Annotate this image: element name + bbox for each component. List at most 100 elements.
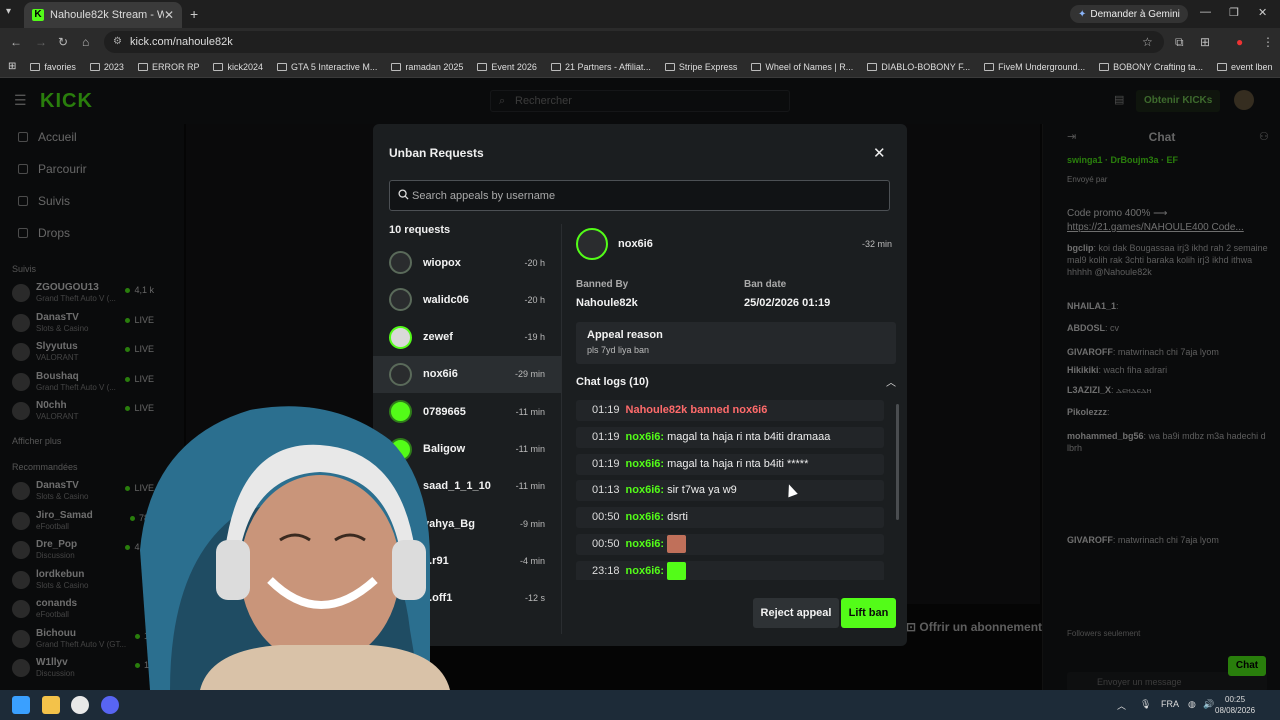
- clock-time: 00:25: [1225, 695, 1246, 704]
- gemini-button[interactable]: ✦ Demander à Gemini: [1070, 5, 1188, 23]
- bookmark-label: Wheel of Names | R...: [765, 61, 854, 72]
- bookmark-item[interactable]: kick2024: [213, 62, 263, 72]
- request-username: wiopox: [423, 256, 461, 269]
- bookmark-item[interactable]: BOBONY Crafting ta...: [1099, 62, 1203, 72]
- url-text: kick.com/nahoule82k: [130, 36, 233, 48]
- appeal-reason-title: Appeal reason: [587, 329, 663, 341]
- site-info-icon[interactable]: ⚙: [113, 31, 122, 53]
- bookmark-item[interactable]: ramadan 2025: [391, 62, 463, 72]
- bookmark-item[interactable]: ERROR RP: [137, 61, 200, 72]
- bookmark-item[interactable]: Wheel of Names | R...: [751, 62, 853, 72]
- log-time: 01:13: [592, 484, 620, 497]
- browser-tab[interactable]: K Nahoule82k Stream - Watch Li ✕: [24, 2, 182, 28]
- request-time: -12 s: [524, 593, 545, 604]
- apps-icon[interactable]: ⊞: [8, 61, 16, 72]
- request-time: -9 min: [519, 518, 545, 529]
- modal-title: Unban Requests: [389, 146, 484, 160]
- close-icon[interactable]: ✕: [873, 144, 886, 162]
- microphone-icon[interactable]: 🎙: [1140, 699, 1151, 710]
- lift-ban-button[interactable]: Lift ban: [841, 598, 896, 628]
- chat-log-entry: 01:13 nox6i6: sir t7wa ya w9: [576, 480, 884, 502]
- bookmark-label: Event 2026: [491, 61, 537, 72]
- close-tab-icon[interactable]: ✕: [164, 8, 174, 22]
- divider: [561, 224, 562, 634]
- file-explorer-icon[interactable]: [42, 696, 60, 714]
- bookmark-item[interactable]: 21 Partners - Affiliat...: [550, 62, 651, 72]
- chrome-icon[interactable]: [71, 696, 89, 714]
- kick-favicon: K: [32, 9, 44, 21]
- discord-icon[interactable]: [101, 696, 119, 714]
- request-time: -4 min: [519, 555, 545, 566]
- maximize-icon[interactable]: ❐: [1229, 6, 1239, 19]
- home-icon[interactable]: ⌂: [82, 35, 89, 49]
- url-bar[interactable]: ⚙ kick.com/nahoule82k: [104, 31, 1164, 53]
- network-icon[interactable]: ◍: [1188, 699, 1196, 710]
- request-item[interactable]: nox6i6 -29 min: [373, 355, 561, 393]
- request-detail: nox6i6 -32 min Banned By Nahoule82k Ban …: [576, 224, 899, 634]
- close-window-icon[interactable]: ✕: [1258, 6, 1267, 19]
- tab-search-icon[interactable]: ▾: [6, 6, 11, 17]
- back-icon[interactable]: ←: [10, 35, 22, 49]
- request-item[interactable]: zewef -19 h: [373, 319, 561, 356]
- language-indicator[interactable]: FRA: [1161, 699, 1179, 709]
- request-item[interactable]: walidc06 -20 h: [373, 281, 561, 318]
- chat-logs-list: 01:19 Nahoule82k banned nox6i6 01:19 nox6i6…: [576, 400, 886, 580]
- webcam-overlay: [140, 406, 450, 690]
- extensions-icon[interactable]: ⧉: [1175, 35, 1184, 50]
- request-time: -29 min: [514, 369, 545, 380]
- clock[interactable]: 00:25 08/08/2026: [1215, 694, 1255, 716]
- request-item[interactable]: wiopox -20 h: [373, 244, 561, 281]
- menu-icon[interactable]: ⋮: [1262, 35, 1274, 49]
- profile-icon[interactable]: ●: [1236, 35, 1243, 49]
- chat-logs-scrollbar[interactable]: [896, 404, 899, 520]
- folder-icon: [867, 62, 878, 71]
- address-row: ← → ↻ ⌂ ⚙ kick.com/nahoule82k ☆ ⧉ ⊞ ● ⋮: [0, 28, 1280, 56]
- bookmark-item[interactable]: 2023: [89, 62, 124, 72]
- selected-request-time: -32 min: [862, 239, 893, 249]
- bookmark-item[interactable]: FiveM Underground...: [984, 62, 1085, 72]
- request-username: nox6i6: [423, 368, 458, 381]
- chat-log-entry: 01:19 nox6i6: magal ta haja ri nta b4iti …: [576, 453, 884, 475]
- puzzle-icon[interactable]: ⊞: [1200, 35, 1210, 49]
- bookmark-label: BOBONY Crafting ta...: [1113, 61, 1204, 72]
- reload-icon[interactable]: ↻: [58, 35, 68, 49]
- bookmark-item[interactable]: Event 2026: [477, 62, 537, 72]
- log-time: 23:18: [592, 564, 620, 577]
- bookmark-label: FiveM Underground...: [998, 61, 1086, 72]
- avatar: [389, 288, 412, 312]
- bookmark-label: GTA 5 Interactive M...: [290, 61, 378, 72]
- volume-icon[interactable]: 🔊: [1203, 699, 1214, 710]
- new-tab-icon[interactable]: +: [190, 6, 198, 22]
- bookmark-label: ramadan 2025: [405, 61, 464, 72]
- log-time: 00:50: [592, 511, 620, 524]
- bookmark-label: event lben: [1231, 61, 1273, 72]
- bookmark-item[interactable]: Stripe Express: [664, 62, 737, 72]
- appeals-search-input[interactable]: [412, 181, 882, 210]
- bookmark-item[interactable]: GTA 5 Interactive M...: [276, 61, 378, 72]
- tray-chevron-icon[interactable]: ︿: [1117, 699, 1126, 712]
- avatar: [389, 251, 412, 274]
- bookmark-item[interactable]: DIABLO-BOBONY F...: [867, 62, 970, 72]
- request-time: -11 min: [515, 481, 545, 492]
- windows-start-icon[interactable]: [12, 696, 30, 714]
- log-username: Nahoule82k: [625, 404, 688, 416]
- log-message: banned nox6i6: [690, 404, 768, 416]
- log-message: magal ta haja ri nta b4iti dramaaa: [667, 430, 831, 443]
- bookmark-label: ERROR RP: [151, 61, 200, 72]
- appeal-reason-box: Appeal reason pls 7yd liya ban: [576, 322, 896, 364]
- bookmark-star-icon[interactable]: ☆: [1142, 35, 1153, 49]
- log-message: magal ta haja ri nta b4iti *****: [667, 457, 809, 470]
- bookmark-item[interactable]: event lben: [1217, 62, 1273, 72]
- chevron-up-icon[interactable]: ︿: [886, 374, 896, 389]
- appeals-search-field[interactable]: [389, 180, 890, 211]
- browser-tab-bar: ▾ K Nahoule82k Stream - Watch Li ✕ + ✦ D…: [0, 0, 1280, 28]
- reject-appeal-button[interactable]: Reject appeal: [753, 598, 839, 628]
- gemini-icon: ✦: [1078, 8, 1087, 20]
- request-username: walidc06: [423, 293, 469, 306]
- minimize-icon[interactable]: —: [1200, 6, 1211, 18]
- forward-icon[interactable]: →: [35, 35, 47, 49]
- log-time: 01:19: [592, 404, 620, 416]
- log-username: nox6i6:: [625, 564, 665, 577]
- folder-icon: [1099, 62, 1110, 71]
- bookmark-item[interactable]: favories: [30, 62, 76, 72]
